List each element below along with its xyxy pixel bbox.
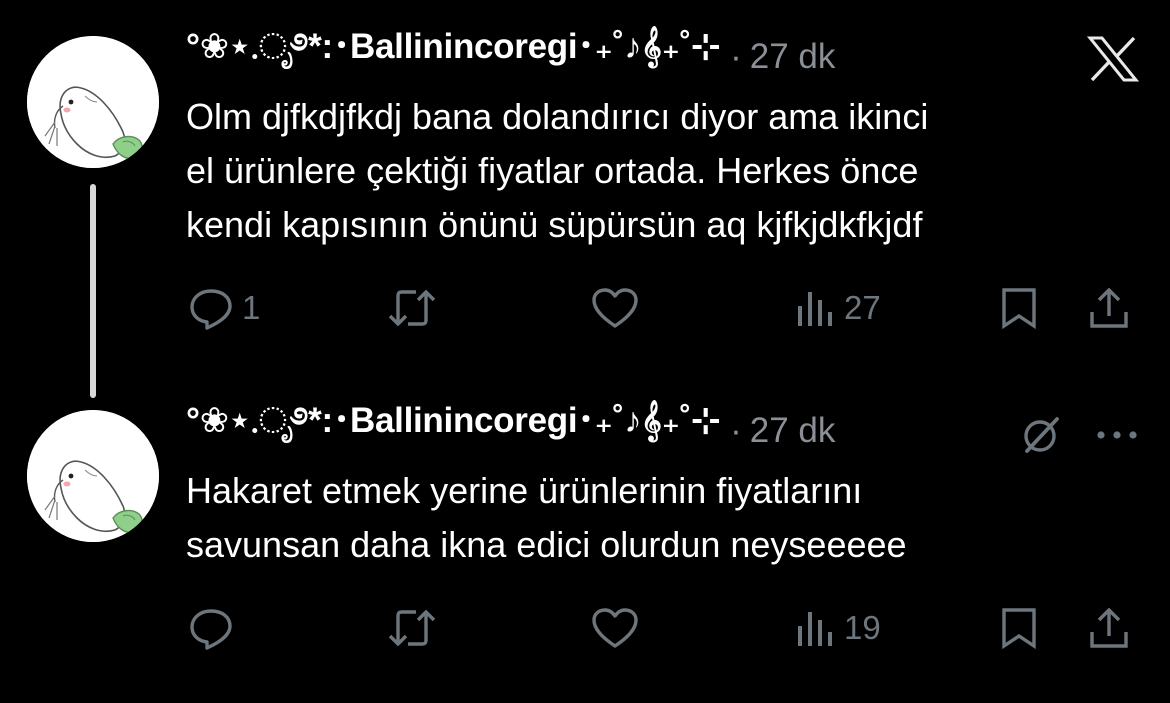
view-count: 19 bbox=[844, 609, 881, 646]
tweet-text-line: savunsan daha ikna edici olurdun neyseee… bbox=[186, 524, 907, 565]
bookmark-button[interactable] bbox=[998, 280, 1040, 336]
tweet-text-line: kendi kapısının önünü süpürsün aq kjfkjd… bbox=[186, 204, 923, 245]
tweet[interactable]: °❀⋆.ೃ࿔*:･Ballinincoregi･₊˚♪𝄞₊˚⊹ · 27 dk … bbox=[0, 380, 1170, 703]
avatar-bird-illustration bbox=[27, 410, 159, 542]
avatar-bird-illustration bbox=[27, 36, 159, 168]
retweet-button[interactable] bbox=[386, 600, 438, 656]
like-button[interactable] bbox=[590, 600, 640, 656]
tweet[interactable]: °❀⋆.ೃ࿔*:･Ballinincoregi･₊˚♪𝄞₊˚⊹ · 27 dk … bbox=[0, 0, 1170, 398]
share-button[interactable] bbox=[1086, 600, 1132, 656]
tweet-text-line: Hakaret etmek yerine ürünlerinin fiyatla… bbox=[186, 470, 863, 511]
tweet-actions: 19 bbox=[0, 600, 1170, 656]
views-icon bbox=[798, 292, 832, 326]
tweet-actions: 1 27 bbox=[0, 280, 1170, 336]
more-icon[interactable] bbox=[1090, 410, 1144, 460]
separator-dot: · bbox=[730, 411, 742, 450]
grok-icon[interactable] bbox=[1014, 410, 1068, 460]
reply-button[interactable]: 1 bbox=[188, 280, 260, 336]
reply-button[interactable] bbox=[188, 600, 242, 656]
share-button[interactable] bbox=[1086, 280, 1132, 336]
tweet-text: Hakaret etmek yerine ürünlerinin fiyatla… bbox=[186, 464, 1146, 572]
share-icon bbox=[1090, 607, 1128, 648]
like-button[interactable] bbox=[590, 280, 640, 336]
retweet-icon bbox=[388, 609, 436, 647]
timestamp[interactable]: 27 dk bbox=[750, 37, 836, 77]
separator-dot: · bbox=[730, 37, 742, 76]
x-logo-icon bbox=[1086, 34, 1140, 84]
views-button[interactable]: 27 bbox=[794, 280, 881, 336]
bookmark-icon bbox=[1002, 288, 1036, 330]
retweet-button[interactable] bbox=[386, 280, 438, 336]
views-icon bbox=[798, 612, 832, 646]
tweet-header: °❀⋆.ೃ࿔*:･Ballinincoregi･₊˚♪𝄞₊˚⊹ · 27 dk bbox=[186, 27, 836, 80]
avatar[interactable] bbox=[27, 410, 159, 542]
views-button[interactable]: 19 bbox=[794, 600, 881, 656]
reply-icon bbox=[190, 289, 232, 330]
avatar[interactable] bbox=[27, 36, 159, 168]
tweet-text-line: Olm djfkdjfkdj bana dolandırıcı diyor am… bbox=[186, 96, 929, 137]
tweet-text: Olm djfkdjfkdj bana dolandırıcı diyor am… bbox=[186, 90, 1146, 252]
reply-count: 1 bbox=[242, 289, 261, 326]
bookmark-button[interactable] bbox=[998, 600, 1040, 656]
share-icon bbox=[1090, 287, 1128, 328]
heart-icon bbox=[592, 608, 638, 648]
retweet-icon bbox=[388, 289, 436, 327]
bookmark-icon bbox=[1002, 608, 1036, 650]
heart-icon bbox=[592, 288, 638, 328]
timestamp[interactable]: 27 dk bbox=[750, 411, 836, 451]
reply-icon bbox=[190, 609, 232, 650]
view-count: 27 bbox=[844, 289, 881, 326]
tweet-text-line: el ürünlere çektiği fiyatlar ortada. Her… bbox=[186, 150, 919, 191]
tweet-header: °❀⋆.ೃ࿔*:･Ballinincoregi･₊˚♪𝄞₊˚⊹ · 27 dk bbox=[186, 401, 836, 454]
